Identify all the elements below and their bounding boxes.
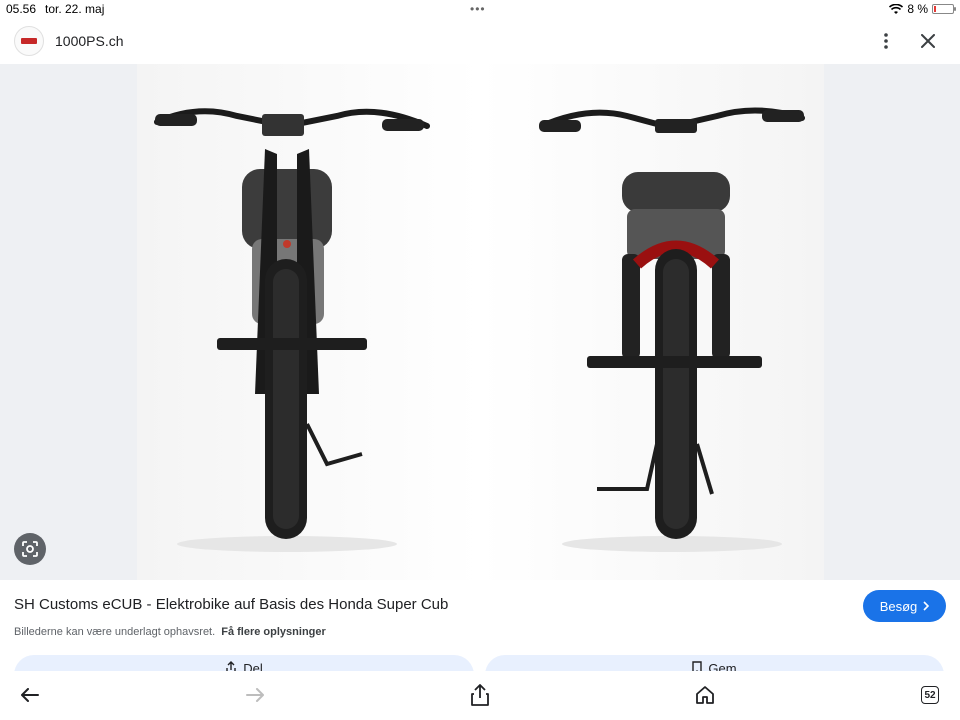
multitasking-dots-icon[interactable]: •••	[470, 2, 486, 16]
share-icon[interactable]	[466, 681, 494, 709]
status-date: tor. 22. maj	[45, 2, 105, 16]
home-icon[interactable]	[691, 681, 719, 709]
close-icon[interactable]	[916, 29, 940, 53]
copyright-notice: Billederne kan være underlagt ophavsret.…	[14, 626, 326, 638]
bike-front-view	[154, 108, 430, 552]
google-lens-icon[interactable]	[14, 533, 46, 565]
image-title[interactable]: SH Customs eCUB - Elektrobike auf Basis …	[14, 596, 854, 613]
bike-rear-view	[539, 107, 805, 552]
more-info-link[interactable]: Få flere oplysninger	[221, 626, 326, 638]
tabs-count: 52	[921, 686, 939, 704]
battery-icon	[932, 4, 956, 14]
tabs-icon[interactable]: 52	[916, 681, 944, 709]
image-viewer	[0, 64, 960, 580]
chevron-right-icon	[923, 601, 930, 611]
battery-percent: 8 %	[907, 2, 928, 16]
header: 1000PS.ch	[0, 18, 960, 64]
visit-button[interactable]: Besøg	[863, 590, 946, 622]
status-right: 8 %	[889, 2, 956, 16]
copyright-text: Billederne kan være underlagt ophavsret.	[14, 626, 216, 638]
site-name[interactable]: 1000PS.ch	[55, 33, 124, 49]
status-time: 05.56	[6, 2, 37, 16]
forward-icon[interactable]	[241, 681, 269, 709]
site-logo[interactable]	[14, 26, 44, 56]
more-vertical-icon[interactable]	[876, 29, 896, 53]
status-bar: 05.56 tor. 22. maj ••• 8 %	[0, 0, 960, 18]
wifi-icon	[889, 3, 904, 14]
back-icon[interactable]	[16, 681, 44, 709]
bottom-toolbar: 52	[0, 671, 960, 720]
motorcycle-photo[interactable]	[137, 64, 824, 580]
visit-label: Besøg	[879, 598, 918, 614]
motorcycle-illustration	[154, 107, 805, 552]
